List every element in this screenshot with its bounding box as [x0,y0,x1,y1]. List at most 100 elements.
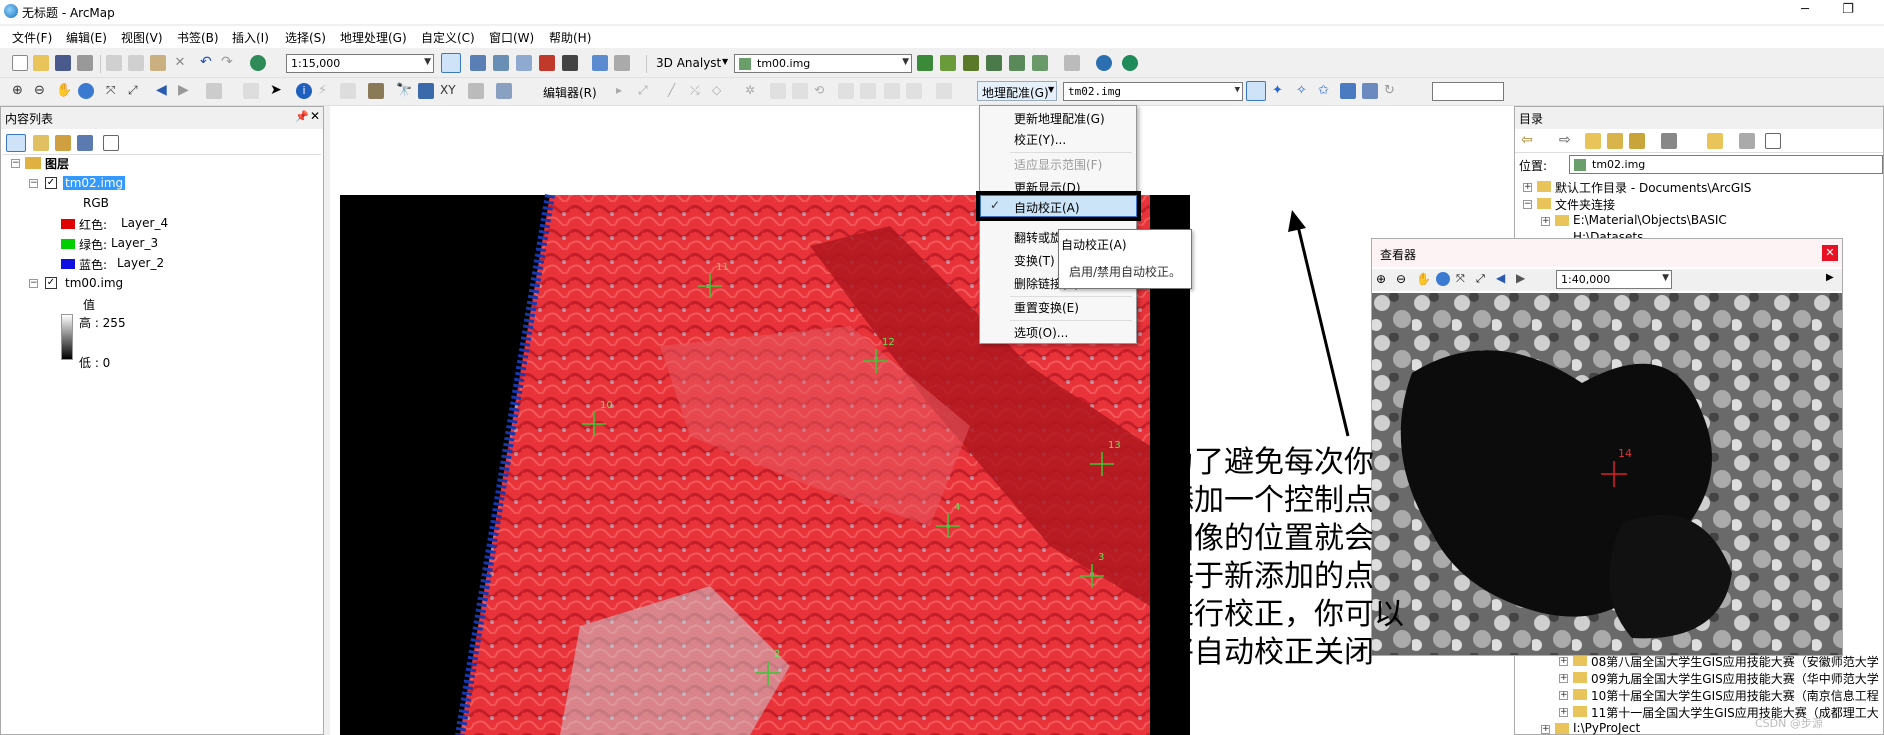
layer-name-tm00[interactable]: tm00.img [65,276,123,290]
select-features-icon[interactable] [206,83,222,99]
time-slider-icon[interactable] [468,83,484,99]
menu-item-rectify[interactable]: 校正(Y)... [1014,131,1066,148]
delete-icon[interactable]: ✕ [172,55,188,71]
georef-layer-combo[interactable]: tm02.img ▼ [1063,82,1243,101]
forward-icon[interactable]: ▶ [1516,271,1532,287]
3d-analyst-label[interactable]: 3D Analyst [656,56,721,70]
menu-geoprocessing[interactable]: 地理处理(G) [340,29,407,46]
zoom-in-icon[interactable]: ⊕ [12,83,28,99]
select-elements-icon[interactable]: ➤ [270,82,286,98]
menu-item-auto-adjust[interactable]: 自动校正(A) [1014,199,1080,216]
pan-icon[interactable]: ✋ [56,83,72,99]
viewer-image[interactable]: 14 [1372,293,1842,655]
measure-icon[interactable] [368,83,384,99]
menu-window[interactable]: 窗口(W) [489,29,534,46]
expand-icon[interactable]: + [1559,708,1568,717]
expand-icon[interactable]: + [1541,725,1550,734]
tree-icon[interactable] [1739,133,1755,149]
find-route-icon[interactable] [418,83,434,99]
viewer-scale-combo[interactable]: 1:40,000 ▼ [1556,270,1672,289]
forward-icon[interactable]: ⇨ [1559,132,1575,148]
catalog-item[interactable]: 文件夹连接 [1555,196,1615,213]
expand-toolbar-icon[interactable]: ▶ [1826,272,1842,288]
menu-bookmarks[interactable]: 书签(B) [177,29,219,46]
back-icon[interactable]: ◀ [156,82,172,98]
connect-folder-icon[interactable] [1629,133,1645,149]
up-folder-icon[interactable] [1585,133,1601,149]
pin-icon[interactable]: 📌 [295,110,309,123]
interpolate-polygon-icon[interactable] [1032,55,1048,71]
zoom-out-icon[interactable]: ⊖ [1396,272,1412,288]
toc-window-icon[interactable] [470,55,486,71]
minimize-icon[interactable]: ─ [1795,2,1815,20]
catalog-item[interactable]: 11第十一届全国大学生GIS应用技能大赛（成都理工大 [1591,704,1879,721]
collapse-icon[interactable]: − [1523,200,1532,209]
full-extent-icon[interactable] [78,83,94,99]
expand-icon[interactable]: + [1541,217,1550,226]
model-builder-icon[interactable] [592,55,608,71]
paste-icon[interactable] [150,55,166,71]
zoom-in-icon[interactable]: ⊕ [1376,272,1392,288]
arcglobe-icon[interactable] [1122,55,1138,71]
catalog-window-icon[interactable] [493,55,509,71]
back-icon[interactable]: ⇦ [1521,132,1537,148]
menu-edit[interactable]: 编辑(E) [66,29,107,46]
fixed-zoom-out-icon[interactable]: ⤢ [1476,272,1492,288]
expand-icon[interactable]: + [1559,691,1568,700]
menu-help[interactable]: 帮助(H) [549,29,591,46]
expand-icon[interactable]: + [1559,657,1568,666]
menu-item-reset-transform[interactable]: 重置变换(E) [1014,299,1079,316]
open-icon[interactable] [33,55,49,71]
python-window-icon[interactable] [562,55,578,71]
3d-layer-combo[interactable]: tm00.img ▼ [734,54,912,73]
arctoolbox-icon[interactable] [539,55,555,71]
location-input[interactable]: tm02.img [1569,155,1883,174]
profile-graph-icon[interactable] [1064,55,1080,71]
catalog-item[interactable]: I:\PyProJect [1573,721,1640,735]
interpolate-line-icon[interactable] [1009,55,1025,71]
add-control-points-icon[interactable] [1246,81,1266,101]
catalog-item[interactable]: E:\Material\Objects\BASIC [1573,213,1727,227]
rotate-image-icon[interactable]: ↻ [1384,83,1400,99]
contour-icon[interactable] [917,55,933,71]
menu-file[interactable]: 文件(F) [12,29,52,46]
menu-select[interactable]: 选择(S) [285,29,326,46]
collapse-icon[interactable]: − [11,159,20,168]
scale-combo[interactable]: 1:15,000 ▼ [286,54,434,73]
copy-icon[interactable] [128,55,144,71]
georef-menu-label[interactable]: 地理配准(G) [982,84,1049,101]
back-icon[interactable]: ◀ [1496,271,1512,287]
list-by-drawing-order-icon[interactable] [6,134,26,152]
html-popup-icon[interactable] [340,83,356,99]
view-link-table-icon[interactable] [1340,83,1356,99]
viewer-icon[interactable] [1362,83,1378,99]
zoom-out-icon[interactable]: ⊖ [34,83,50,99]
home-icon[interactable] [1607,133,1623,149]
viewer-titlebar[interactable]: 查看器 ✕ [1372,239,1842,267]
list-by-source-icon[interactable] [33,135,49,151]
steepest-path-icon[interactable] [940,55,956,71]
fixed-zoom-in-icon[interactable]: ⤧ [1456,272,1472,288]
redo-icon[interactable]: ↷ [221,54,237,70]
list-by-selection-icon[interactable] [77,135,93,151]
interpolate-point-icon[interactable] [986,55,1002,71]
editor-menu[interactable]: 编辑器(R) [543,84,597,101]
toc-options-icon[interactable] [103,135,119,151]
expand-icon[interactable]: + [1559,674,1568,683]
catalog-item[interactable]: 10第十届全国大学生GIS应用技能大赛（南京信息工程 [1591,687,1879,704]
catalog-item[interactable]: 09第九届全国大学生GIS应用技能大赛（华中师范大学 [1591,670,1879,687]
select-link-icon[interactable]: ✦ [1272,83,1288,99]
forward-icon[interactable]: ▶ [178,82,194,98]
search-window-icon[interactable] [516,55,532,71]
close-icon[interactable]: ✕ [1822,245,1838,261]
undo-icon[interactable]: ↶ [200,54,216,70]
hyperlink-icon[interactable]: ⚡ [318,83,334,99]
menu-insert[interactable]: 插入(I) [232,29,269,46]
layer-name-tm02[interactable]: tm02.img [63,176,126,190]
close-icon[interactable]: ✕ [310,109,320,123]
views-icon[interactable] [1661,133,1677,149]
zoom-to-link-icon[interactable]: ✧ [1296,83,1312,99]
menu-item-options[interactable]: 选项(O)... [1014,324,1068,341]
fixed-zoom-out-icon[interactable]: ⤢ [128,83,144,99]
sketch-props-icon[interactable] [614,55,630,71]
